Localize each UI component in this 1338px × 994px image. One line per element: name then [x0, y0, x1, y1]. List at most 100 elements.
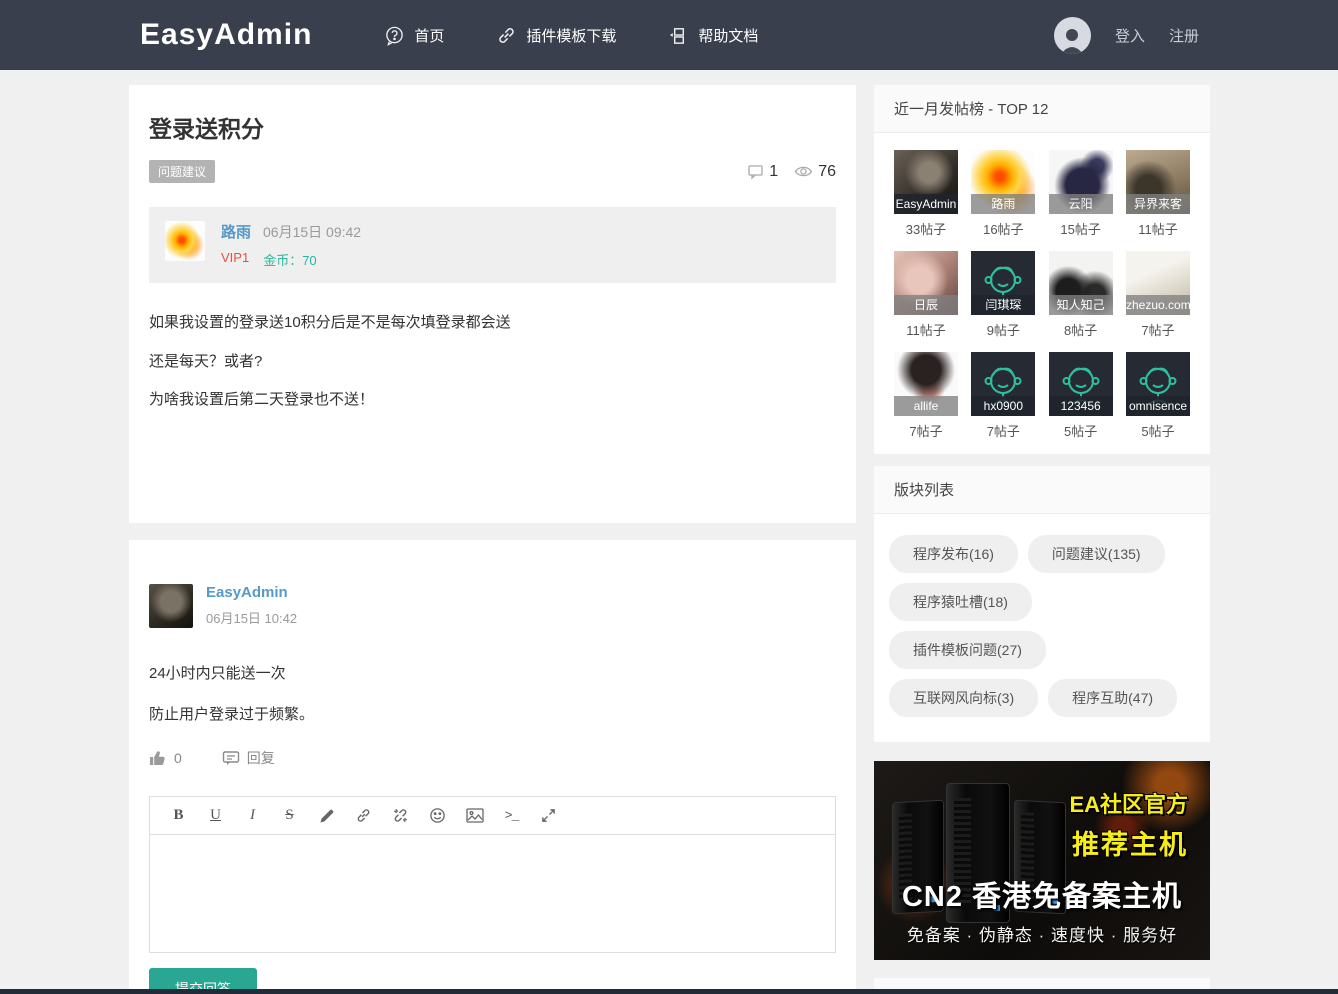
post-body: 如果我设置的登录送10积分后是不是每次填登录都会送 还是每天？或者? 为啥我设置… — [149, 314, 836, 409]
top-poster[interactable]: 异界来客 11帖子 — [1125, 150, 1190, 238]
post-count: 15帖子 — [1060, 222, 1101, 237]
post-paragraph: 还是每天？或者? — [149, 352, 263, 370]
top-poster[interactable]: 日辰 11帖子 — [894, 251, 958, 339]
reply-editor: B U I S >_ — [149, 796, 836, 953]
post-count: 9帖子 — [986, 323, 1020, 338]
underline-button[interactable]: U — [197, 801, 234, 831]
meta-counts: 1 76 — [747, 163, 836, 181]
fullscreen-icon[interactable] — [530, 801, 567, 831]
emoji-icon[interactable] — [419, 801, 456, 831]
top-poster[interactable]: 路雨 16帖子 — [971, 150, 1036, 238]
user-avatar-icon[interactable] — [1053, 16, 1091, 54]
nav-item-label: 首页 — [414, 27, 445, 45]
post-count: 11帖子 — [906, 323, 946, 338]
top-poster[interactable]: zhezuo.com 7帖子 — [1125, 251, 1190, 339]
document-icon — [668, 25, 689, 46]
user-avatar: 123456 — [1048, 352, 1113, 416]
ad-headline-2: 推荐主机 — [1072, 830, 1188, 860]
nav-item-docs[interactable]: 帮助文档 — [668, 25, 758, 46]
top-poster[interactable]: allife 7帖子 — [894, 352, 958, 440]
post-count: 5帖子 — [1141, 424, 1175, 439]
board-pill[interactable]: 问题建议(135) — [1027, 535, 1165, 573]
nav-item-home[interactable]: 首页 — [384, 25, 444, 46]
reply-button[interactable]: 回复 — [222, 748, 275, 768]
eye-icon — [794, 164, 813, 179]
user-avatar: 闫琪琛 — [971, 251, 1036, 315]
like-button[interactable]: 0 — [149, 749, 182, 767]
author-info: 路雨 06月15日 09:42 VIP1 金币：70 — [221, 221, 361, 269]
image-icon[interactable] — [456, 801, 493, 831]
board-pill[interactable]: 互联网风向标(3) — [889, 679, 1039, 717]
user-avatar: 知人知己 — [1048, 251, 1113, 315]
author-block: 路雨 06月15日 09:42 VIP1 金币：70 — [149, 207, 836, 283]
board-list-title: 版块列表 — [874, 466, 1210, 514]
top-poster[interactable]: 123456 5帖子 — [1048, 352, 1113, 440]
unlink-icon[interactable] — [382, 801, 419, 831]
top-poster[interactable]: 云阳 15帖子 — [1048, 150, 1113, 238]
reply-paragraph: 24小时内只能送一次 — [149, 665, 286, 682]
window-bottom-edge — [0, 989, 1338, 994]
top-poster[interactable]: omnisence 5帖子 — [1125, 352, 1190, 440]
user-avatar: 云阳 — [1048, 150, 1113, 214]
user-avatar: omnisence — [1125, 352, 1190, 416]
ad-tagline: 免备案 · 伪静态 · 速度快 · 服务好 — [906, 926, 1178, 945]
bold-button[interactable]: B — [160, 801, 197, 831]
post-meta-row: 问题建议 1 76 — [149, 160, 836, 183]
board-pill[interactable]: 插件模板问题(27) — [889, 631, 1046, 669]
top-poster[interactable]: 知人知己 8帖子 — [1048, 251, 1113, 339]
post-count: 7帖子 — [1141, 323, 1175, 338]
nav-item-plugins[interactable]: 插件模板下载 — [496, 25, 616, 46]
hosting-ad-banner[interactable]: EA社区官方 推荐主机 CN2 香港免备案主机 免备案 · 伪静态 · 速度快 … — [874, 761, 1210, 960]
ad-headline-1: EA社区官方 — [1069, 792, 1188, 817]
reply-header: EasyAdmin 06月15日 10:42 — [149, 584, 836, 628]
reply-body: 24小时内只能送一次 防止用户登录过于频繁。 — [149, 662, 836, 724]
board-pill[interactable]: 程序互助(47) — [1048, 679, 1178, 717]
ad-headline-3: CN2 香港免备案主机 — [901, 881, 1183, 913]
post-count: 11帖子 — [1138, 222, 1178, 237]
editor-toolbar: B U I S >_ — [150, 797, 835, 835]
link-icon[interactable] — [345, 801, 382, 831]
reply-label: 回复 — [246, 750, 275, 766]
post-date: 06月15日 09:42 — [263, 224, 362, 240]
answer-card: EasyAdmin 06月15日 10:42 24小时内只能送一次 防止用户登录… — [129, 540, 856, 994]
register-link[interactable]: 注册 — [1169, 25, 1199, 46]
italic-button[interactable]: I — [234, 801, 271, 831]
nav-menu: 首页 插件模板下载 帮助文档 — [384, 25, 758, 46]
post-paragraph: 为啥我设置后第二天登录也不送！ — [149, 391, 375, 408]
reply-author-avatar[interactable] — [149, 584, 193, 628]
user-name: 知人知己 — [1048, 295, 1113, 315]
user-name: 异界来客 — [1125, 194, 1190, 214]
top-poster[interactable]: EasyAdmin 33帖子 — [894, 150, 958, 238]
post-count: 8帖子 — [1064, 323, 1098, 338]
board-pill[interactable]: 程序猿吐槽(18) — [889, 583, 1032, 621]
pencil-icon[interactable] — [308, 801, 345, 831]
reply-paragraph: 防止用户登录过于频繁。 — [149, 706, 315, 723]
top-poster[interactable]: hx0900 7帖子 — [971, 352, 1036, 440]
coins-label: 金币：70 — [263, 253, 317, 268]
author-name[interactable]: 路雨 — [221, 221, 251, 242]
editor-content[interactable] — [150, 835, 835, 952]
category-badge[interactable]: 问题建议 — [149, 160, 216, 183]
board-pill[interactable]: 程序发布(16) — [889, 535, 1018, 573]
post-count: 7帖子 — [986, 424, 1020, 439]
site-logo[interactable]: EasyAdmin — [140, 18, 312, 52]
code-icon[interactable]: >_ — [493, 801, 530, 831]
post-count: 33帖子 — [905, 222, 947, 237]
strikethrough-button[interactable]: S — [271, 801, 308, 831]
user-name: zhezuo.com — [1125, 295, 1190, 315]
question-bubble-icon — [384, 25, 405, 46]
board-list-card: 版块列表 程序发布(16) 问题建议(135) 程序猿吐槽(18) 插件模板问题… — [874, 466, 1210, 742]
user-avatar: EasyAdmin — [894, 150, 958, 214]
comment-icon — [747, 163, 764, 180]
reply-author-name[interactable]: EasyAdmin — [206, 584, 297, 601]
thumbs-up-icon — [149, 749, 167, 767]
like-count: 0 — [174, 750, 182, 766]
author-avatar[interactable] — [165, 221, 205, 261]
top-poster[interactable]: 闫琪琛 9帖子 — [971, 251, 1036, 339]
page-container: 登录送积分 问题建议 1 76 路雨 06月15日 09:42 VIP1 金币：… — [0, 70, 1338, 994]
comment-count: 1 — [747, 163, 778, 181]
login-link[interactable]: 登入 — [1115, 25, 1145, 46]
post-count: 7帖子 — [909, 424, 943, 439]
user-name: 日辰 — [894, 295, 958, 315]
board-list: 程序发布(16) 问题建议(135) 程序猿吐槽(18) 插件模板问题(27) … — [874, 514, 1210, 742]
